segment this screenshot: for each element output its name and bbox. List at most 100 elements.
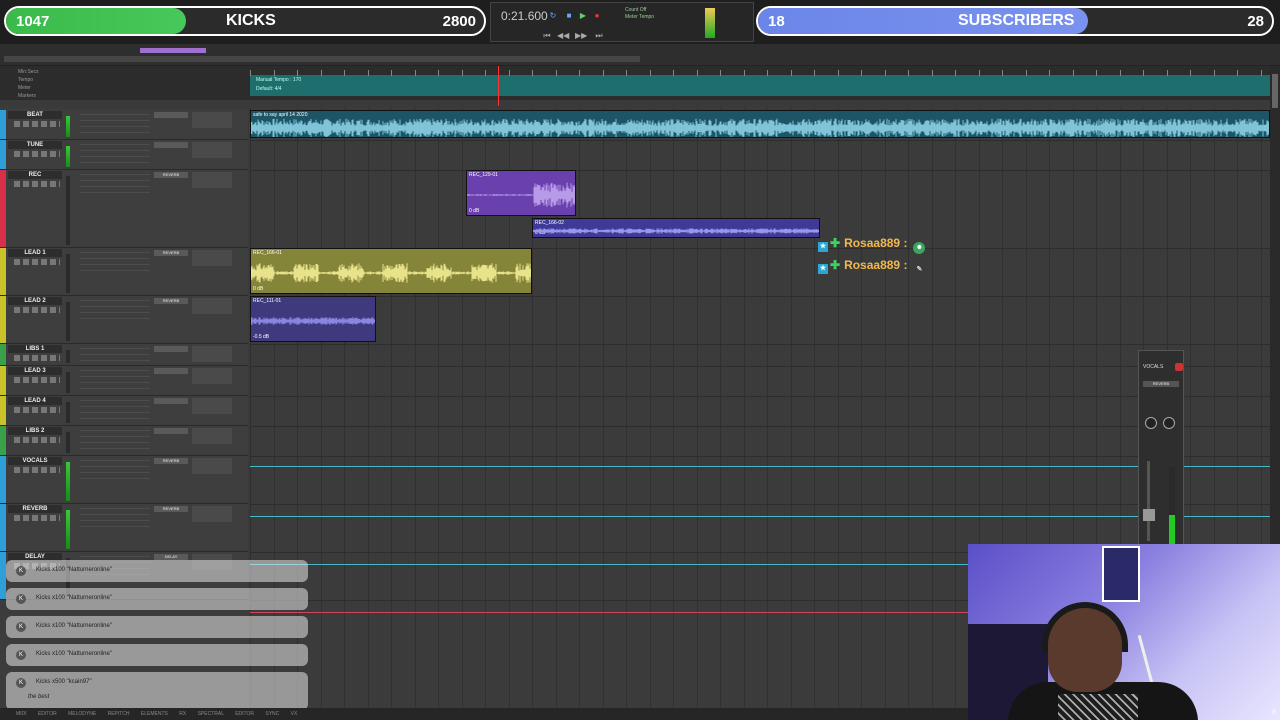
track-row[interactable]: TUNE bbox=[0, 140, 248, 170]
track-buttons[interactable] bbox=[14, 467, 60, 473]
track-name[interactable]: REVERB bbox=[8, 505, 62, 513]
track-buttons[interactable] bbox=[14, 121, 60, 127]
clip-beat[interactable]: safe to say april 14 2020 bbox=[250, 110, 1270, 138]
track-row[interactable]: VOCALS REVERB bbox=[0, 456, 248, 504]
track-inserts[interactable] bbox=[80, 174, 150, 196]
universe-strip[interactable] bbox=[4, 56, 640, 62]
track-io[interactable] bbox=[192, 506, 232, 522]
clip-rec-2[interactable]: REC_166-02 0 dB bbox=[532, 218, 820, 238]
grid-line bbox=[720, 108, 721, 720]
track-send[interactable]: REVERB bbox=[154, 172, 188, 178]
track-name[interactable]: LIBS 1 bbox=[8, 345, 62, 353]
track-row[interactable]: LEAD 3 bbox=[0, 366, 248, 396]
track-buttons[interactable] bbox=[14, 355, 60, 361]
track-send[interactable] bbox=[154, 142, 188, 148]
track-io[interactable] bbox=[192, 368, 232, 384]
track-inserts[interactable] bbox=[80, 252, 150, 274]
track-color bbox=[0, 426, 6, 455]
track-row[interactable]: BEAT bbox=[0, 110, 248, 140]
close-icon[interactable] bbox=[1175, 363, 1183, 371]
track-send[interactable] bbox=[154, 428, 188, 434]
clip-lead-2-waveform bbox=[251, 317, 375, 325]
track-inserts[interactable] bbox=[80, 430, 150, 452]
kick-icon: K bbox=[16, 566, 26, 576]
clip-lead-1[interactable]: REC_166-01 0 dB bbox=[250, 248, 532, 294]
track-name[interactable]: LEAD 1 bbox=[8, 249, 62, 257]
track-inserts[interactable] bbox=[80, 508, 150, 530]
floating-mixer-strip[interactable]: VOCALS REVERB bbox=[1138, 350, 1184, 547]
track-buttons[interactable] bbox=[14, 259, 60, 265]
stop-button[interactable]: ■ bbox=[563, 11, 575, 21]
track-send[interactable]: REVERB bbox=[154, 506, 188, 512]
track-row[interactable]: REVERB REVERB bbox=[0, 504, 248, 552]
timecode-ruler[interactable] bbox=[250, 66, 1270, 76]
pan-knob-right[interactable] bbox=[1163, 417, 1175, 429]
vocals-automation-line[interactable] bbox=[250, 466, 1270, 467]
track-send[interactable] bbox=[154, 346, 188, 352]
track-name[interactable]: TUNE bbox=[8, 141, 62, 149]
clip-lead-1-waveform bbox=[251, 263, 531, 283]
strip-send[interactable]: REVERB bbox=[1143, 381, 1179, 387]
track-send[interactable] bbox=[154, 368, 188, 374]
strip-title: VOCALS bbox=[1143, 364, 1164, 370]
track-io[interactable] bbox=[192, 172, 232, 188]
track-row[interactable]: LIBS 2 bbox=[0, 426, 248, 456]
track-io[interactable] bbox=[192, 250, 232, 266]
track-io[interactable] bbox=[192, 298, 232, 314]
track-inserts[interactable] bbox=[80, 460, 150, 482]
track-buttons[interactable] bbox=[14, 307, 60, 313]
pan-knob-left[interactable] bbox=[1145, 417, 1157, 429]
track-name[interactable]: LEAD 4 bbox=[8, 397, 62, 405]
track-send[interactable] bbox=[154, 112, 188, 118]
track-inserts[interactable] bbox=[80, 114, 150, 136]
record-button[interactable]: ● bbox=[591, 11, 603, 21]
clip-lead-2[interactable]: REC_111-01 -0.5 dB bbox=[250, 296, 376, 342]
track-row[interactable]: LIBS 1 bbox=[0, 344, 248, 370]
track-io[interactable] bbox=[192, 346, 232, 362]
clip-rec-1[interactable]: REC_129-01 0 dB bbox=[466, 170, 576, 216]
track-row[interactable]: LEAD 2 REVERB bbox=[0, 296, 248, 344]
track-inserts[interactable] bbox=[80, 300, 150, 322]
track-buttons[interactable] bbox=[14, 151, 60, 157]
jacket-pattern bbox=[1058, 694, 1138, 720]
track-buttons[interactable] bbox=[14, 377, 60, 383]
reverb-automation-line[interactable] bbox=[250, 516, 1270, 517]
loop-button[interactable]: ↻ bbox=[547, 11, 559, 21]
track-inserts[interactable] bbox=[80, 370, 150, 392]
volume-fader[interactable] bbox=[1143, 509, 1155, 521]
playhead-cursor[interactable] bbox=[498, 66, 499, 106]
track-name[interactable]: REC bbox=[8, 171, 62, 179]
scroll-thumb[interactable] bbox=[1272, 74, 1278, 108]
track-buttons[interactable] bbox=[14, 181, 60, 187]
track-send[interactable]: REVERB bbox=[154, 458, 188, 464]
play-button[interactable]: ▶ bbox=[577, 11, 589, 21]
track-color bbox=[0, 110, 6, 139]
end-button[interactable]: ⏭ bbox=[593, 31, 605, 41]
track-buttons[interactable] bbox=[14, 515, 60, 521]
track-name[interactable]: BEAT bbox=[8, 111, 62, 119]
bottom-tabs[interactable]: MIDI EDITOR MELODYNE REPITCH ELEMENTS RX… bbox=[0, 708, 968, 720]
track-row[interactable]: LEAD 1 REVERB bbox=[0, 248, 248, 296]
track-name[interactable]: VOCALS bbox=[8, 457, 62, 465]
track-io[interactable] bbox=[192, 112, 232, 128]
track-name[interactable]: LIBS 2 bbox=[8, 427, 62, 435]
track-io[interactable] bbox=[192, 428, 232, 444]
track-buttons[interactable] bbox=[14, 437, 60, 443]
track-name[interactable]: LEAD 2 bbox=[8, 297, 62, 305]
forward-button[interactable]: ▶▶ bbox=[575, 31, 587, 41]
back-button[interactable]: ◀◀ bbox=[557, 31, 569, 41]
track-send[interactable] bbox=[154, 398, 188, 404]
track-send[interactable]: REVERB bbox=[154, 250, 188, 256]
track-send[interactable]: REVERB bbox=[154, 298, 188, 304]
track-inserts[interactable] bbox=[80, 144, 150, 166]
track-io[interactable] bbox=[192, 142, 232, 158]
track-buttons[interactable] bbox=[14, 407, 60, 413]
rewind-button[interactable]: ⏮ bbox=[541, 31, 553, 41]
track-inserts[interactable] bbox=[80, 400, 150, 422]
track-io[interactable] bbox=[192, 458, 232, 474]
track-name[interactable]: LEAD 3 bbox=[8, 367, 62, 375]
track-row[interactable]: REC REVERB bbox=[0, 170, 248, 248]
track-io[interactable] bbox=[192, 398, 232, 414]
track-row[interactable]: LEAD 4 bbox=[0, 396, 248, 426]
tempo-lane[interactable]: Manual Tempo : 170 Default: 4/4 bbox=[250, 76, 1270, 96]
